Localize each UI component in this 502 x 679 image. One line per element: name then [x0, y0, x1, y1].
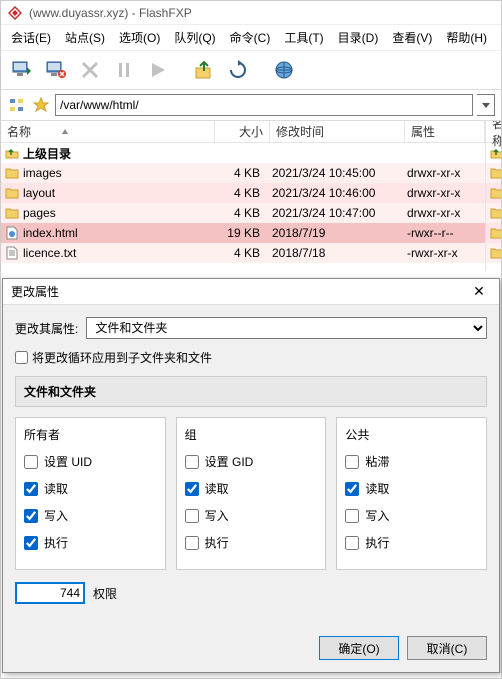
perm-col-public: 公共粘滞读取写入执行: [336, 417, 487, 570]
perm-checkbox-row[interactable]: 写入: [345, 507, 478, 524]
menu-item[interactable]: 队列(Q): [168, 27, 221, 48]
perm-checkbox-row[interactable]: 读取: [24, 480, 157, 497]
file-row[interactable]: g: [486, 223, 501, 243]
perm-checkbox-row[interactable]: 写入: [185, 507, 318, 524]
pathbar: [1, 90, 501, 121]
app-logo-icon: [7, 5, 23, 21]
menu-item[interactable]: 工具(T): [278, 27, 329, 48]
perm-checkbox-row[interactable]: 执行: [185, 534, 318, 551]
file-row[interactable]: pages4 KB2021/3/24 10:47:00drwxr-xr-x: [1, 203, 485, 223]
remote-pane-button[interactable]: [41, 55, 71, 85]
menu-item[interactable]: 站点(S): [59, 27, 111, 48]
setid-checkbox[interactable]: [345, 455, 359, 469]
file-row[interactable]: licence.txt4 KB2018/7/18-rwxr-xr-x: [1, 243, 485, 263]
file-row[interactable]: index.html19 KB2018/7/19-rwxr--r--: [1, 223, 485, 243]
window-title: (www.duyassr.xyz) - FlashFXP: [29, 6, 192, 20]
menubar: 会话(E)站点(S)选项(O)队列(Q)命令(C)工具(T)目录(D)查看(V)…: [1, 25, 501, 51]
ok-button[interactable]: 确定(O): [319, 636, 399, 660]
dialog-title: 更改属性: [11, 283, 59, 300]
col-name-header[interactable]: 名称: [1, 121, 215, 142]
permission-label: 权限: [93, 585, 117, 602]
perm-checkbox-row[interactable]: 写入: [24, 507, 157, 524]
menu-item[interactable]: 命令(C): [224, 27, 277, 48]
perm-checkbox[interactable]: [24, 482, 38, 496]
perm-checkbox[interactable]: [185, 482, 199, 496]
perm-checkbox-row[interactable]: 读取: [345, 480, 478, 497]
menu-item[interactable]: 目录(D): [332, 27, 385, 48]
setid-checkbox-row[interactable]: 粘滞: [345, 453, 478, 470]
refresh-button[interactable]: [223, 55, 253, 85]
perm-checkbox[interactable]: [345, 482, 359, 496]
perm-checkbox[interactable]: [345, 536, 359, 550]
change-scope-label: 更改其属性:: [15, 320, 78, 337]
path-input[interactable]: [55, 94, 473, 116]
perm-col-group: 组设置 GID 读取写入执行: [176, 417, 327, 570]
file-row[interactable]: images4 KB2021/3/24 10:45:00drwxr-xr-x: [1, 163, 485, 183]
pause-button: [109, 55, 139, 85]
scope-select[interactable]: 文件和文件夹: [86, 317, 487, 339]
remote-file-list[interactable]: 名称 大小 修改时间 属性 上级目录images4 KB2021/3/24 10…: [1, 121, 485, 271]
cancel-button: [75, 55, 105, 85]
menu-item[interactable]: 会话(E): [5, 27, 57, 48]
perm-checkbox[interactable]: [24, 536, 38, 550]
perm-col-owner: 所有者设置 UID 读取写入执行: [15, 417, 166, 570]
perm-checkbox[interactable]: [24, 509, 38, 523]
parent-dir-row[interactable]: [486, 143, 501, 163]
parent-dir-row[interactable]: 上级目录: [1, 143, 485, 163]
col-name-header-right[interactable]: 名称: [486, 121, 501, 142]
play-button: [143, 55, 173, 85]
tree-toggle-button[interactable]: [7, 95, 27, 115]
file-row[interactable]: c: [486, 163, 501, 183]
perm-checkbox[interactable]: [185, 509, 199, 523]
setid-checkbox[interactable]: [24, 455, 38, 469]
menu-item[interactable]: 查看(V): [386, 27, 438, 48]
close-icon[interactable]: ✕: [467, 282, 491, 302]
perm-checkbox[interactable]: [345, 509, 359, 523]
section-header: 文件和文件夹: [15, 376, 487, 407]
perm-checkbox[interactable]: [185, 536, 199, 550]
bookmark-button[interactable]: [31, 95, 51, 115]
col-size-header[interactable]: 大小: [215, 121, 270, 142]
globe-button[interactable]: [269, 55, 299, 85]
col-date-header[interactable]: 修改时间: [270, 121, 405, 142]
local-pane-button[interactable]: [7, 55, 37, 85]
transfer-button[interactable]: [189, 55, 219, 85]
perm-col-title: 公共: [345, 426, 478, 443]
cancel-button[interactable]: 取消(C): [407, 636, 487, 660]
recurse-checkbox[interactable]: [15, 351, 28, 364]
setid-checkbox[interactable]: [185, 455, 199, 469]
perm-col-title: 组: [185, 426, 318, 443]
menu-item[interactable]: 帮助(H): [440, 27, 493, 48]
perm-checkbox-row[interactable]: 读取: [185, 480, 318, 497]
col-attr-header[interactable]: 属性: [405, 121, 485, 142]
perm-col-title: 所有者: [24, 426, 157, 443]
file-row[interactable]: c: [486, 203, 501, 223]
file-row[interactable]: layout4 KB2021/3/24 10:46:00drwxr-xr-x: [1, 183, 485, 203]
change-attributes-dialog: 更改属性 ✕ 更改其属性: 文件和文件夹 将更改循环应用到子文件夹和文件 文件和…: [2, 278, 500, 673]
setid-checkbox-row[interactable]: 设置 UID: [24, 453, 157, 470]
permission-value-input[interactable]: [15, 582, 85, 604]
file-row[interactable]: c: [486, 183, 501, 203]
perm-checkbox-row[interactable]: 执行: [345, 534, 478, 551]
secondary-file-list[interactable]: 名称 cccgP: [485, 121, 501, 271]
file-row[interactable]: P: [486, 243, 501, 263]
recurse-label: 将更改循环应用到子文件夹和文件: [32, 349, 212, 366]
toolbar: [1, 51, 501, 90]
path-dropdown-button[interactable]: [477, 94, 495, 116]
perm-checkbox-row[interactable]: 执行: [24, 534, 157, 551]
setid-checkbox-row[interactable]: 设置 GID: [185, 453, 318, 470]
menu-item[interactable]: 选项(O): [113, 27, 166, 48]
